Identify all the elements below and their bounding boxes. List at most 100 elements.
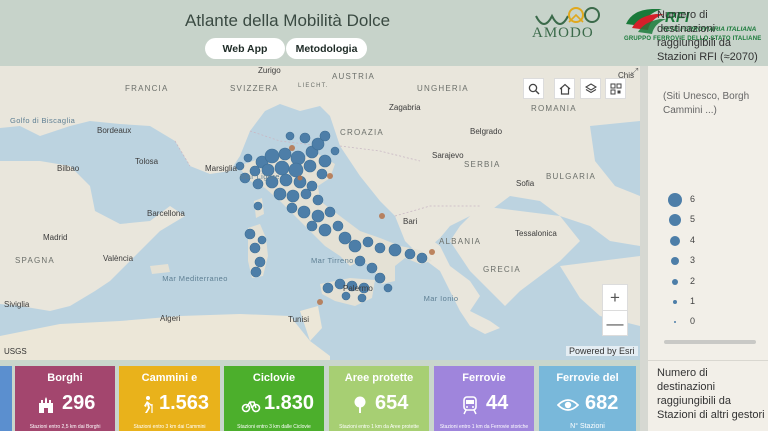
legend-marker	[668, 193, 682, 207]
legend-marker	[673, 300, 677, 304]
stat-card-title: Borghi	[47, 372, 83, 384]
country-label-francia: FRANCIA	[125, 84, 169, 93]
attribution-esri[interactable]: Powered by Esri	[566, 346, 638, 356]
page-title: Atlante della Mobilità Dolce	[185, 11, 391, 30]
bicycle-icon	[241, 401, 261, 413]
zoom-in-button[interactable]: +	[603, 285, 627, 311]
legend-item-label: 5	[690, 214, 696, 224]
stat-card-note: Stazioni entro 3 km dai Cammini	[133, 424, 206, 430]
stat-card-value: 44	[486, 392, 509, 414]
stat-card-partial[interactable]	[0, 366, 12, 431]
layers-icon	[584, 82, 597, 93]
legend-item: 2	[668, 275, 728, 289]
expand-icon[interactable]: ⤢	[631, 66, 640, 76]
stat-card-ferrovie-del[interactable]: Ferrovie del 682 N° Stazioni	[539, 366, 636, 431]
layers-tool[interactable]	[580, 78, 601, 99]
stat-card-ferrovie[interactable]: Ferrovie 44 Stazioni entro 1 km da Ferro…	[434, 366, 534, 431]
legend-item-label: 4	[690, 235, 696, 245]
sea-label-ionio: Mar Ionio	[423, 294, 459, 303]
country-label-croazia: CROAZIA	[340, 128, 384, 137]
stat-card-aree-protette[interactable]: Aree protette 654 Stazioni entro 1 km da…	[329, 366, 429, 431]
qr-tool[interactable]	[605, 78, 626, 99]
search-tool[interactable]	[523, 78, 544, 99]
city-label-algeri: Algeri	[160, 314, 181, 323]
legend-item: 5	[668, 213, 728, 227]
train-icon	[463, 396, 477, 415]
amodo-logo-text: AMODO	[532, 25, 594, 41]
legend-subtitle: (Siti Unesco, Borgh Cammini ...)	[663, 91, 750, 116]
country-label-grecia: GRECIA	[483, 265, 521, 274]
city-label-palermo: Palermo	[343, 284, 373, 293]
country-label-albania: ALBANIA	[439, 237, 482, 246]
city-label-tessalonica: Tessalonica	[515, 229, 557, 238]
stat-card-borghi[interactable]: Borghi 296 Stazioni entro 2,5 km dai Bor…	[15, 366, 115, 431]
stat-card-cammini[interactable]: Cammini e 1.563 Stazioni entro 3 km dai …	[119, 366, 220, 431]
legend-item-label: 0	[690, 316, 696, 326]
sea-label-biscaglia: Golfo di Biscaglia	[10, 116, 76, 125]
stat-card-note: Stazioni entro 1 km da Ferrovie storiche	[439, 424, 529, 430]
sea-label-ligure: Mar Ligure	[240, 172, 280, 181]
sea-label-tirreno: Mar Tirreno	[311, 256, 354, 265]
city-label-tunisi: Tunisi	[288, 315, 310, 324]
city-label-tolosa: Tolosa	[135, 157, 159, 166]
country-label-ungheria: UNGHERIA	[417, 84, 469, 93]
city-label-zurigo: Zurigo	[258, 66, 281, 75]
home-icon	[559, 83, 570, 95]
city-label-sofia: Sofia	[516, 179, 535, 188]
legend-item-label: 3	[690, 255, 696, 265]
legend-marker	[671, 257, 679, 265]
home-tool[interactable]	[554, 78, 575, 99]
legend2-scrollbar[interactable]	[640, 360, 648, 431]
castle-icon	[39, 397, 53, 413]
city-label-bordeaux: Bordeaux	[97, 126, 132, 135]
stat-card-note: Stazioni entro 2,5 km dai Borghi	[29, 424, 101, 430]
stat-card-title: Ferrovie	[462, 372, 506, 384]
city-label-barcellona: Barcellona	[147, 209, 185, 218]
city-label-sarajevo: Sarajevo	[432, 151, 464, 160]
stats-bar: Borghi 296 Stazioni entro 2,5 km dai Bor…	[0, 360, 640, 431]
country-label-svizzera: SVIZZERA	[230, 84, 279, 93]
stat-card-note: N° Stazioni	[570, 423, 605, 430]
app-root: Atlante della Mobilità Dolce Web App Met…	[0, 0, 768, 431]
legend2-title: Numero di destinazioni raggiungibili da …	[657, 367, 765, 421]
web-app-button[interactable]: Web App	[205, 38, 285, 59]
qr-icon	[610, 83, 621, 94]
city-label-bilbao: Bilbao	[57, 164, 80, 173]
legend-item: 4	[668, 234, 728, 248]
header: Atlante della Mobilità Dolce Web App Met…	[0, 0, 768, 66]
sea-label-mediterraneo: Mar Mediterraneo	[162, 274, 228, 283]
city-label-valencia: València	[103, 254, 134, 263]
country-label-romania: ROMANIA	[531, 104, 577, 113]
stat-card-note: Stazioni entro 3 km dalle Ciclovie	[237, 424, 311, 430]
stat-card-note: Stazioni entro 1 km da Aree protette	[339, 424, 419, 430]
city-label-belgrado: Belgrado	[470, 127, 503, 136]
city-label-siviglia: Siviglia	[4, 300, 30, 309]
legend-item-label: 2	[690, 276, 696, 286]
city-label-bari: Bari	[403, 217, 418, 226]
legend-marker	[670, 236, 680, 246]
zoom-control: + —	[602, 284, 628, 336]
attribution-usgs: USGS	[4, 347, 27, 356]
city-label-zagabria: Zagabria	[389, 103, 421, 112]
legend-title: Numero di destinazioni raggiungibili da …	[657, 9, 758, 63]
legend-scrollbar[interactable]	[640, 66, 648, 360]
stat-card-title: Aree protette	[344, 372, 414, 384]
map-view[interactable]: FRANCIA SVIZZERA AUSTRIA UNGHERIA ROMANI…	[0, 66, 640, 360]
hiker-icon	[144, 396, 153, 413]
zoom-out-button[interactable]: —	[603, 311, 627, 337]
stat-card-ciclovie[interactable]: Ciclovie 1.830 Stazioni entro 3 km dalle…	[224, 366, 324, 431]
legend-horizontal-scrollbar[interactable]	[664, 340, 756, 344]
country-label-spagna: SPAGNA	[15, 256, 55, 265]
legend-item: 6	[668, 193, 728, 207]
stat-card-title: Ferrovie del	[556, 372, 619, 384]
stat-card-value: 1.563	[159, 392, 210, 414]
stat-card-value: 682	[585, 392, 619, 414]
city-label-marsiglia: Marsiglia	[205, 164, 238, 173]
legend-item-label: 6	[690, 194, 696, 204]
stat-card-value: 296	[62, 392, 96, 414]
stat-card-value: 654	[375, 392, 409, 414]
tree-icon	[354, 396, 366, 413]
legend-marker	[674, 321, 676, 323]
legend-item: 0	[668, 315, 728, 329]
metodologia-button[interactable]: Metodologia	[286, 38, 367, 59]
